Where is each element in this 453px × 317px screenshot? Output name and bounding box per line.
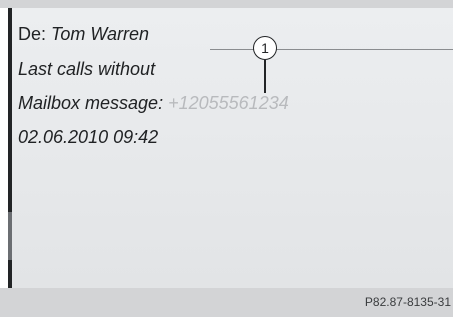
message-datetime: 02.06.2010 09:42 [18,127,159,147]
mailbox-number: +12055561234 [168,93,289,113]
sender-name: Tom Warren [51,24,150,44]
top-rule [0,0,453,8]
display-screen [8,8,453,288]
figure-code: P82.87-8135-31 [364,295,451,309]
message-line-2: Last calls without [18,59,156,79]
mailbox-label: Mailbox message: [18,93,164,113]
figure-footer: P82.87-8135-31 [0,288,453,317]
manual-figure: De: Tom Warren Last calls without Mailbo… [0,0,453,317]
mailbox-line: Mailbox message: +12055561234 [18,93,289,114]
sender-line: De: Tom Warren [18,24,149,45]
scroll-marker [8,212,12,260]
callout-stem [264,60,266,93]
callout-leader-line [210,49,453,50]
callout-marker: 1 [253,36,277,60]
sender-prefix: De: [18,24,52,44]
